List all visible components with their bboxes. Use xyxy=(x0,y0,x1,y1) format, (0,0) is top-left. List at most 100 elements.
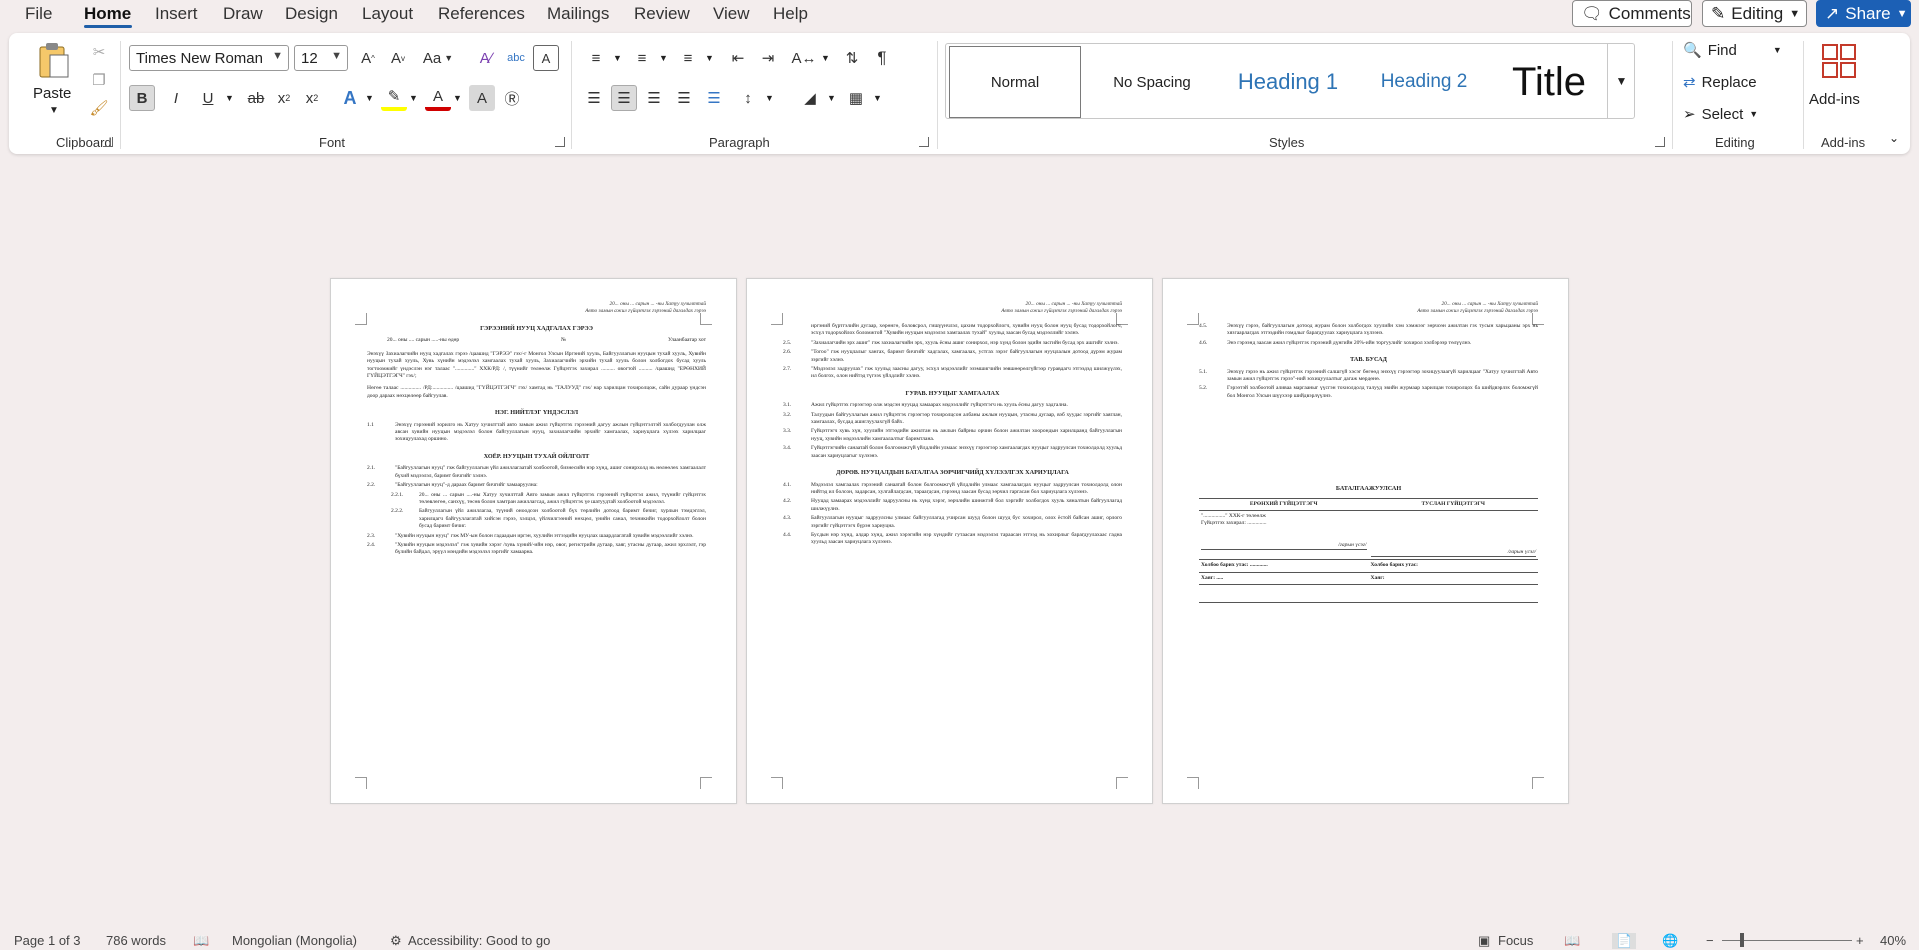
cursor-icon: ➢ xyxy=(1683,106,1696,123)
zoom-out-icon[interactable]: − xyxy=(1706,933,1714,948)
address-line: Хаяг: xyxy=(1368,571,1538,585)
subscript-button[interactable]: x2 xyxy=(271,85,297,111)
sort-icon[interactable]: ⇅ xyxy=(839,45,865,71)
text-effects-icon[interactable]: A xyxy=(337,85,363,111)
grow-font-icon[interactable]: A ^ xyxy=(355,45,381,71)
document-page-3[interactable]: 20... оны ... сарын ... -ны Хатуу хучилт… xyxy=(1162,278,1569,804)
document-page-2[interactable]: 20... оны ... сарын ... -ны Хатуу хучилт… xyxy=(746,278,1153,804)
align-center-icon[interactable]: ☰ xyxy=(611,85,637,111)
copy-icon[interactable]: ❐ xyxy=(87,69,111,91)
menu-mailings[interactable]: Mailings xyxy=(547,4,609,24)
menu-insert[interactable]: Insert xyxy=(155,4,198,24)
chevron-down-icon[interactable]: ▼ xyxy=(49,105,59,116)
language-indicator[interactable]: Mongolian (Mongolia) xyxy=(232,933,357,948)
text-direction-icon[interactable]: A↔ xyxy=(789,45,819,71)
menu-file[interactable]: File xyxy=(25,4,52,24)
chevron-down-icon[interactable]: ▼ xyxy=(613,53,622,63)
page-count[interactable]: Page 1 of 3 xyxy=(14,933,81,948)
replace-button[interactable]: ⇄ Replace xyxy=(1683,73,1757,92)
line-spacing-icon[interactable]: ↕ xyxy=(735,85,761,111)
shrink-font-icon[interactable]: Av xyxy=(385,45,411,71)
chevron-down-icon[interactable]: ▼ xyxy=(827,93,836,103)
collapse-ribbon-icon[interactable]: ⌄ xyxy=(1889,131,1899,145)
strikethrough-button[interactable]: ab xyxy=(243,85,269,111)
font-color-icon[interactable]: A xyxy=(425,85,451,111)
zoom-slider-thumb[interactable] xyxy=(1740,933,1744,947)
font-size-select[interactable]: 12 ▼ xyxy=(294,45,348,71)
accessibility-status[interactable]: Accessibility: Good to go xyxy=(408,933,550,948)
paste-button[interactable] xyxy=(31,39,77,83)
web-layout-icon[interactable]: 🌐 xyxy=(1662,933,1678,949)
align-right-icon[interactable]: ☰ xyxy=(641,85,667,111)
proofing-icon[interactable]: 📖 xyxy=(193,933,209,949)
add-ins-button[interactable]: Add-ins xyxy=(1807,41,1871,121)
underline-button[interactable]: U xyxy=(195,85,221,111)
distributed-icon[interactable]: ☰ xyxy=(701,85,727,111)
chevron-down-icon[interactable]: ▼ xyxy=(873,93,882,103)
menu-layout[interactable]: Layout xyxy=(362,4,413,24)
enclose-characters-icon[interactable]: Ⓡ xyxy=(499,85,525,111)
justify-icon[interactable]: ☰ xyxy=(671,85,697,111)
zoom-level[interactable]: 40% xyxy=(1880,933,1906,948)
chevron-down-icon[interactable]: ▼ xyxy=(821,53,830,63)
chevron-down-icon[interactable]: ▼ xyxy=(453,93,462,103)
font-dialog-launcher[interactable] xyxy=(555,137,565,147)
borders-icon[interactable]: ▦ xyxy=(843,85,869,111)
menu-view[interactable]: View xyxy=(713,4,750,24)
read-mode-icon[interactable]: 📖 xyxy=(1564,933,1580,949)
style-no-spacing[interactable]: No Spacing xyxy=(1086,46,1218,118)
document-page-1[interactable]: 20... оны ... сарын ... -ны Хатуу хучилт… xyxy=(330,278,737,804)
paragraph-dialog-launcher[interactable] xyxy=(919,137,929,147)
italic-button[interactable]: I xyxy=(163,85,189,111)
menu-home[interactable]: Home xyxy=(84,4,131,24)
change-case-button[interactable]: Aa ▼ xyxy=(417,45,459,71)
chevron-down-icon[interactable]: ▼ xyxy=(659,53,668,63)
clipboard-dialog-launcher[interactable] xyxy=(103,137,113,147)
decrease-indent-icon[interactable]: ⇤ xyxy=(725,45,751,71)
styles-dialog-launcher[interactable] xyxy=(1655,137,1665,147)
chevron-down-icon[interactable]: ▼ xyxy=(365,93,374,103)
numbered-subitem: 2.2.1. 20... оны ... сарын ....-ны Хатуу … xyxy=(391,491,706,505)
cut-icon[interactable]: ✂ xyxy=(87,41,111,63)
focus-button[interactable]: Focus xyxy=(1498,933,1533,948)
highlight-color-icon[interactable]: ✎ xyxy=(381,85,407,111)
styles-expand-button[interactable]: ▼ xyxy=(1607,44,1635,118)
editing-mode-button[interactable]: ✎ Editing ▼ xyxy=(1702,0,1807,27)
clear-formatting-icon[interactable]: A∕ xyxy=(473,45,499,71)
add-ins-group-label: Add-ins xyxy=(1821,135,1866,150)
find-button[interactable]: 🔍 Find ▼ xyxy=(1683,41,1782,60)
chevron-down-icon[interactable]: ▼ xyxy=(409,93,418,103)
comments-button[interactable]: 🗨 Comments xyxy=(1572,0,1692,27)
select-button[interactable]: ➢ Select ▼ xyxy=(1683,105,1758,124)
bullets-icon[interactable]: ≡ xyxy=(581,45,611,71)
menu-references[interactable]: References xyxy=(438,4,525,24)
menu-draw[interactable]: Draw xyxy=(223,4,263,24)
share-button[interactable]: ↗ Share ▼ xyxy=(1816,0,1911,27)
style-heading-1[interactable]: Heading 1 xyxy=(1222,46,1354,118)
print-layout-icon[interactable]: 📄 xyxy=(1612,933,1637,949)
style-title[interactable]: Title xyxy=(1494,46,1604,118)
align-left-icon[interactable]: ☰ xyxy=(581,85,607,111)
format-painter-icon[interactable]: 🖌 xyxy=(87,97,111,119)
style-normal[interactable]: Normal xyxy=(949,46,1081,118)
chevron-down-icon[interactable]: ▼ xyxy=(765,93,774,103)
shading-icon[interactable]: ◢ xyxy=(797,85,823,111)
bold-button[interactable]: B xyxy=(129,85,155,111)
superscript-button[interactable]: x2 xyxy=(299,85,325,111)
phonetic-guide-icon[interactable]: abc xyxy=(503,45,529,71)
menu-review[interactable]: Review xyxy=(634,4,690,24)
word-count[interactable]: 786 words xyxy=(106,933,166,948)
menu-help[interactable]: Help xyxy=(773,4,808,24)
character-border-icon[interactable]: A xyxy=(533,45,559,71)
multilevel-list-icon[interactable]: ≡ xyxy=(673,45,703,71)
character-shading-icon[interactable]: A xyxy=(469,85,495,111)
menu-design[interactable]: Design xyxy=(285,4,338,24)
increase-indent-icon[interactable]: ⇥ xyxy=(755,45,781,71)
show-formatting-marks-icon[interactable]: ¶ xyxy=(869,45,895,71)
chevron-down-icon[interactable]: ▼ xyxy=(225,93,234,103)
style-heading-2[interactable]: Heading 2 xyxy=(1358,46,1490,118)
font-name-select[interactable]: Times New Roman ▼ xyxy=(129,45,289,71)
chevron-down-icon[interactable]: ▼ xyxy=(705,53,714,63)
zoom-in-icon[interactable]: + xyxy=(1856,933,1864,948)
numbering-icon[interactable]: ≡ xyxy=(627,45,657,71)
